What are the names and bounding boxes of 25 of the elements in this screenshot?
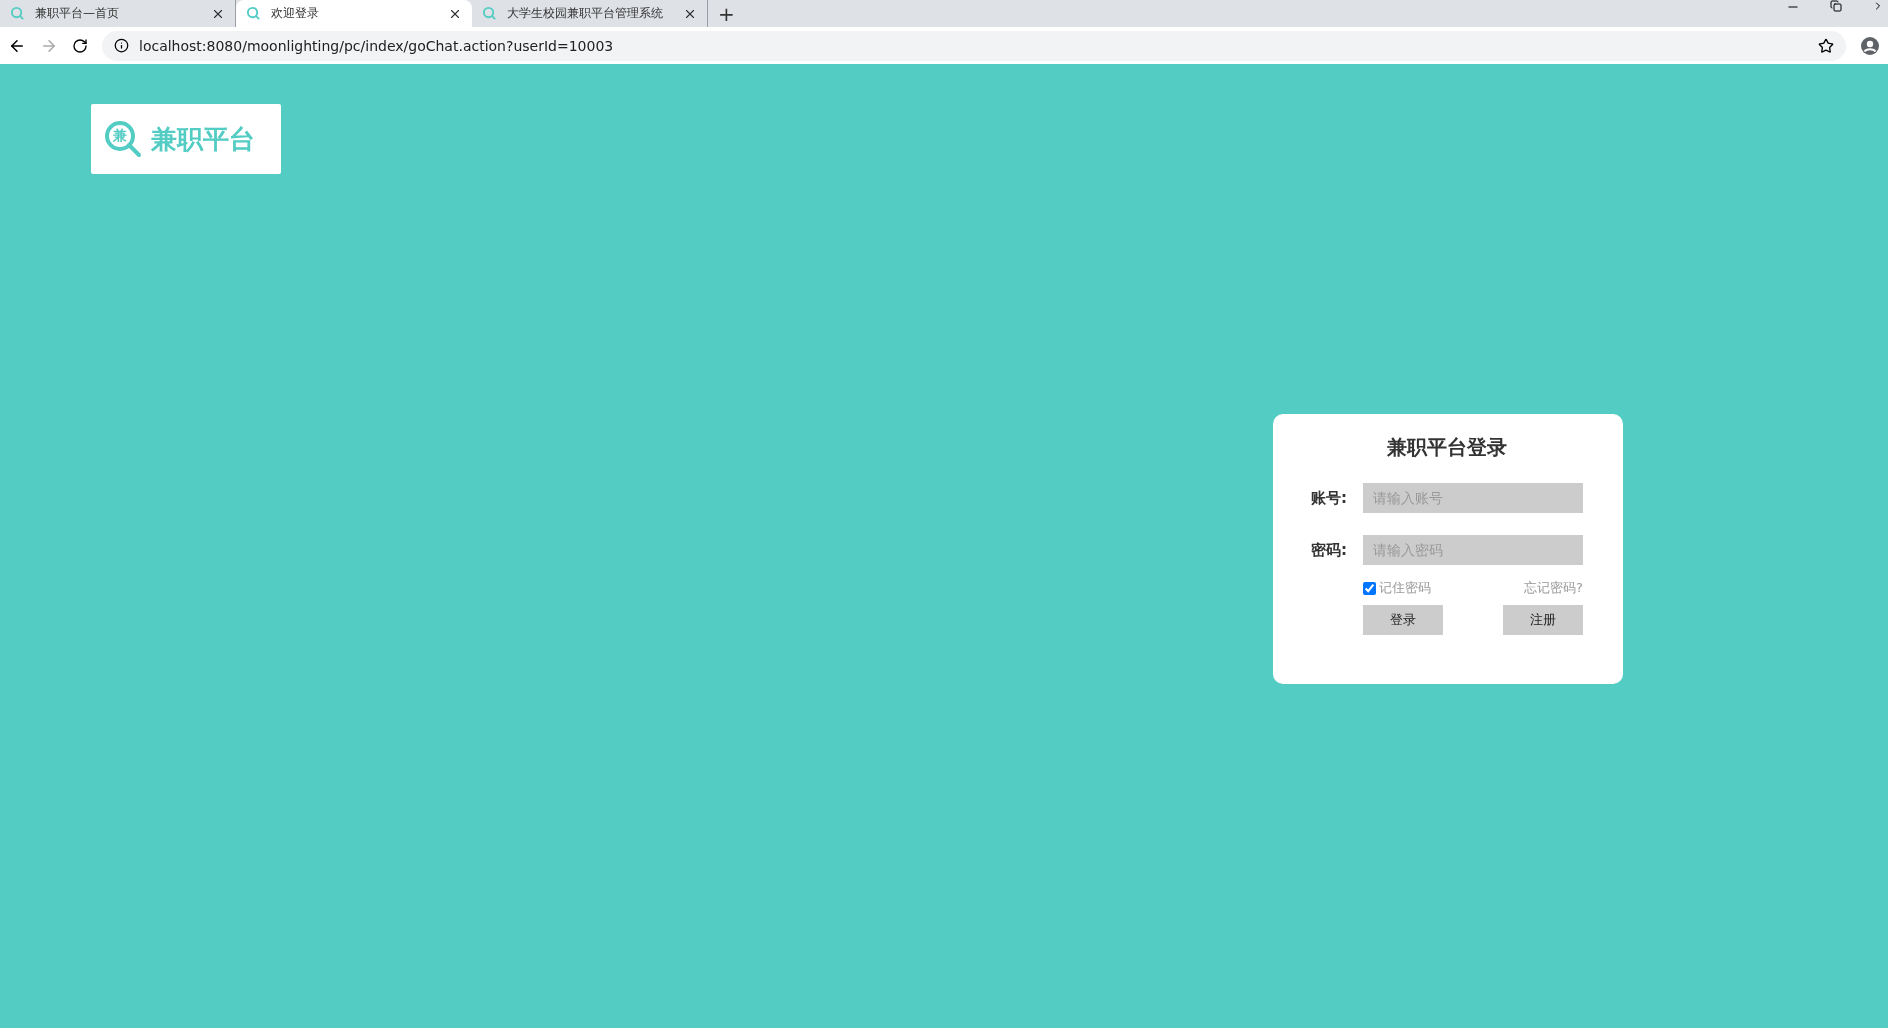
logo-name: 兼职平台 [151, 122, 255, 156]
field-label: 密码: [1311, 540, 1348, 560]
checkbox[interactable] [1363, 581, 1376, 595]
magnifier-icon [246, 6, 261, 21]
restore-icon[interactable] [1830, 0, 1842, 12]
account-icon[interactable] [1860, 35, 1880, 56]
logo-mark-text: 兼 [113, 127, 127, 145]
register-button[interactable]: 注册 [1503, 605, 1583, 635]
magnifier-icon [10, 6, 25, 21]
field-label: 账号: [1311, 488, 1348, 508]
login-button[interactable]: 登录 [1363, 605, 1443, 635]
login-title: 兼职平台登录 [1386, 434, 1508, 461]
reload-icon[interactable] [72, 37, 88, 54]
address-bar[interactable]: localhost:8080/moonlighting/pc/index/goChat.action?userId=10003 [102, 30, 1846, 61]
new-tab-button[interactable]: + [718, 1, 735, 26]
url-text: localhost:8080/moonlighting/pc/index/goChat.action?userId=10003 [139, 37, 615, 54]
tab-title: 兼职平台—首页 [35, 5, 120, 22]
tab-title: 大学生校园兼职平台管理系统 [507, 5, 664, 22]
star-icon[interactable] [1818, 37, 1834, 54]
magnifier-icon [103, 119, 143, 159]
tab-title: 欢迎登录 [271, 5, 320, 22]
browser-tab[interactable]: 欢迎登录 [236, 0, 472, 27]
remember-label: 记住密码 [1379, 579, 1431, 597]
info-icon [114, 38, 129, 53]
magnifier-icon [482, 6, 497, 21]
